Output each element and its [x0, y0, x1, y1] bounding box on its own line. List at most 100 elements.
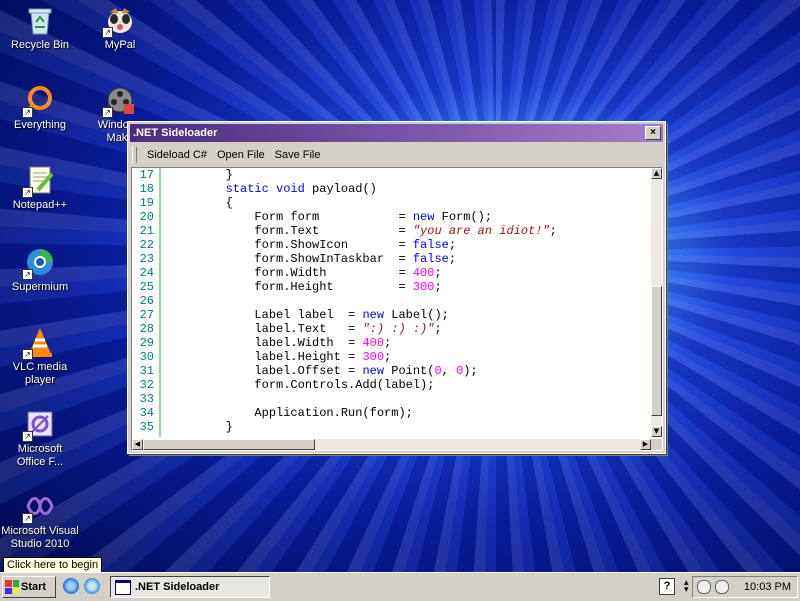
line-number: 19: [139, 196, 154, 210]
code-line[interactable]: 32 form.Controls.Add(label);: [132, 378, 651, 392]
line-number: 22: [139, 238, 154, 252]
code-text: label.Width = 400;: [168, 336, 392, 350]
code-line[interactable]: 17 }: [132, 168, 651, 182]
windows-logo-icon: [5, 580, 19, 594]
line-number: 29: [139, 336, 154, 350]
menu-save-file[interactable]: Save File: [270, 147, 326, 163]
desktop-icon-vlc[interactable]: ↗ VLC media player: [0, 326, 80, 387]
code-line[interactable]: 34 Application.Run(form);: [132, 406, 651, 420]
desktop-icon-label: Microsoft Visual Studio 2010: [1, 525, 79, 550]
menu-open-file[interactable]: Open File: [212, 147, 270, 163]
code-line[interactable]: 20 Form form = new Form();: [132, 210, 651, 224]
desktop-icon-office[interactable]: ↗ Microsoft Office F...: [0, 408, 80, 469]
code-line[interactable]: 25 form.Height = 300;: [132, 280, 651, 294]
desktop-icon-label: MyPal: [104, 39, 136, 51]
scroll-right-button[interactable]: ▶: [640, 439, 651, 450]
desktop-icon-label: Microsoft Office F...: [16, 443, 64, 468]
code-line[interactable]: 35 }: [132, 420, 651, 434]
desktop-icon-notepadpp[interactable]: ↗ Notepad++: [0, 164, 80, 212]
show-desktop-icon[interactable]: [84, 578, 100, 594]
taskbar-button-label: .NET Sideloader: [135, 581, 220, 593]
shortcut-arrow-icon: ↗: [102, 27, 113, 38]
shortcut-arrow-icon: ↗: [22, 107, 33, 118]
menu-bar: Sideload C# Open File Save File: [130, 144, 663, 166]
horizontal-scroll-thumb[interactable]: [143, 439, 315, 450]
line-number: 33: [139, 392, 154, 406]
window-app-icon: [115, 579, 131, 595]
line-number: 34: [139, 406, 154, 420]
desktop-icon-label: Everything: [14, 119, 66, 131]
horizontal-scrollbar[interactable]: ◀ ▶: [132, 439, 651, 450]
start-button[interactable]: Start: [2, 576, 56, 598]
code-line[interactable]: 30 label.Height = 300;: [132, 350, 651, 364]
code-text: {: [168, 196, 233, 210]
code-line[interactable]: 31 label.Offset = new Point(0, 0);: [132, 364, 651, 378]
window-titlebar[interactable]: .NET Sideloader ×: [130, 124, 663, 142]
desktop-icon-label: Notepad++: [12, 199, 68, 211]
code-text: label.Text = ":) :) :)";: [168, 322, 442, 336]
line-number: 24: [139, 266, 154, 280]
system-tray: 10:03 PM: [692, 576, 798, 598]
volume-tray-icon[interactable]: [715, 580, 729, 594]
desktop-icon-mypal[interactable]: ↗ MyPal: [80, 4, 160, 52]
shortcut-arrow-icon: ↗: [22, 269, 33, 280]
code-text: form.Text = "you are an idiot!";: [168, 224, 557, 238]
code-line[interactable]: 23 form.ShowInTaskbar = false;: [132, 252, 651, 266]
taskbar: Start .NET Sideloader ? ▴ ▾ 10:03 PM: [0, 572, 800, 601]
line-number: 17: [139, 168, 154, 182]
help-icon[interactable]: ?: [659, 578, 675, 595]
close-button[interactable]: ×: [645, 126, 661, 140]
scroll-down-button[interactable]: ▼: [651, 426, 662, 437]
line-number: 20: [139, 210, 154, 224]
office-icon: ↗: [22, 408, 56, 442]
desktop-icon-supermium[interactable]: ↗ Supermium: [0, 246, 80, 294]
desktop-icon-recycle-bin[interactable]: Recycle Bin: [0, 4, 80, 52]
desktop-icon-everything[interactable]: ↗ Everything: [0, 84, 80, 132]
scroll-left-button[interactable]: ◀: [132, 439, 143, 450]
shortcut-arrow-icon: ↗: [22, 431, 33, 442]
code-line[interactable]: 27 Label label = new Label();: [132, 308, 651, 322]
code-text: form.ShowIcon = false;: [168, 238, 457, 252]
vertical-scroll-thumb[interactable]: [651, 286, 662, 416]
sideloader-window: .NET Sideloader × Sideload C# Open File …: [127, 121, 666, 454]
internet-explorer-icon[interactable]: [63, 578, 79, 594]
scroll-up-button[interactable]: ▲: [651, 168, 662, 179]
code-text: label.Height = 300;: [168, 350, 392, 364]
line-number: 26: [139, 294, 154, 308]
line-number: 31: [139, 364, 154, 378]
code-line[interactable]: 33: [132, 392, 651, 406]
code-line[interactable]: 19 {: [132, 196, 651, 210]
line-number: 30: [139, 350, 154, 364]
tray-expand-icon[interactable]: ▴ ▾: [684, 578, 692, 594]
code-line[interactable]: 18 static void payload(): [132, 182, 651, 196]
network-tray-icon[interactable]: [697, 580, 711, 594]
code-line[interactable]: 21 form.Text = "you are an idiot!";: [132, 224, 651, 238]
toolbar-grip[interactable]: [132, 147, 137, 163]
scrollbar-corner: [651, 439, 662, 450]
menu-sideload-csharp[interactable]: Sideload C#: [142, 147, 212, 163]
desktop-icon-visual-studio[interactable]: ↗ Microsoft Visual Studio 2010: [0, 490, 80, 551]
code-text: form.ShowInTaskbar = false;: [168, 252, 457, 266]
code-line[interactable]: 24 form.Width = 400;: [132, 266, 651, 280]
code-text: }: [168, 168, 233, 182]
close-icon: ×: [650, 127, 656, 138]
movie-maker-icon: ↗: [102, 84, 136, 118]
vertical-scrollbar[interactable]: ▲ ▼: [651, 168, 662, 437]
shortcut-arrow-icon: ↗: [22, 349, 33, 360]
code-line[interactable]: 22 form.ShowIcon = false;: [132, 238, 651, 252]
line-number: 25: [139, 280, 154, 294]
code-line[interactable]: 26: [132, 294, 651, 308]
code-line[interactable]: 29 label.Width = 400;: [132, 336, 651, 350]
line-number: 18: [139, 182, 154, 196]
vlc-icon: ↗: [22, 326, 56, 360]
clock[interactable]: 10:03 PM: [744, 581, 791, 593]
code-text: }: [168, 420, 233, 434]
taskbar-button-sideloader[interactable]: .NET Sideloader: [110, 576, 270, 598]
code-editor[interactable]: 17 } 18 static void payload() 19 {20 Form …: [131, 167, 663, 451]
desktop-icon-label: VLC media player: [12, 361, 68, 386]
code-line[interactable]: 28 label.Text = ":) :) :)";: [132, 322, 651, 336]
code-text: Label label = new Label();: [168, 308, 449, 322]
notepadpp-icon: ↗: [22, 164, 56, 198]
change-marker: [159, 168, 161, 437]
code-area[interactable]: 17 } 18 static void payload() 19 {20 Form …: [132, 168, 651, 437]
